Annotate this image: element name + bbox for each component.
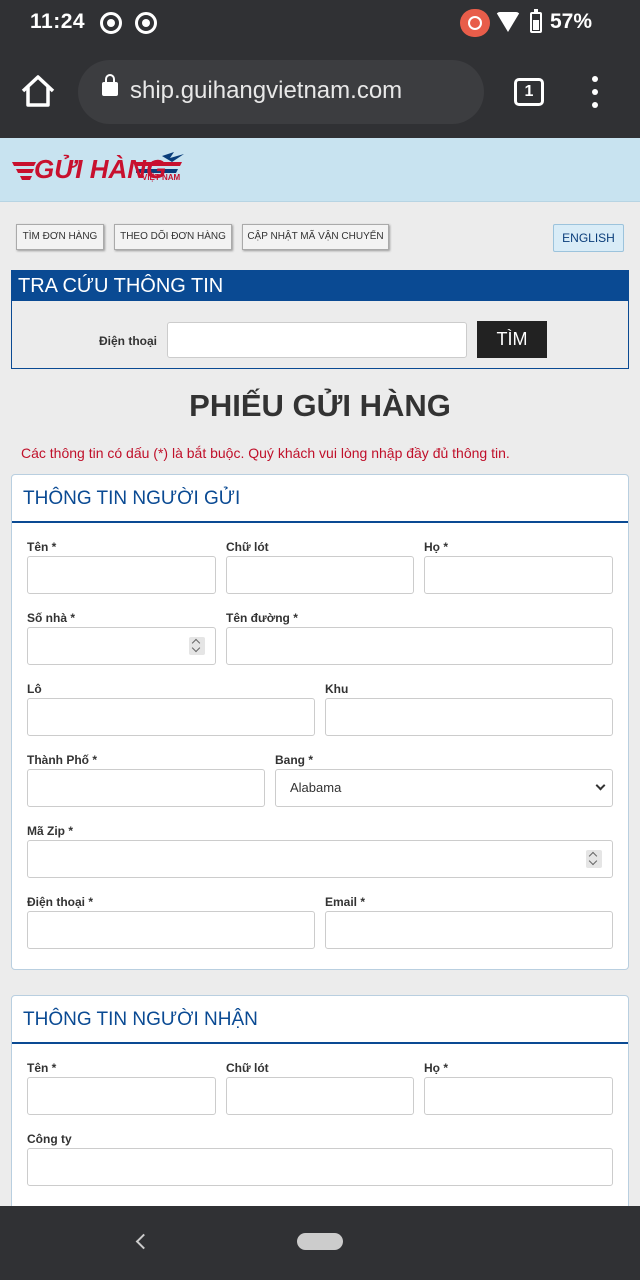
sender-last-name-input[interactable]	[424, 556, 613, 594]
sender-phone-label: Điện thoại *	[27, 895, 94, 909]
lookup-search-button[interactable]: TÌM	[477, 321, 547, 358]
number-stepper-icon[interactable]	[586, 850, 602, 868]
lock-icon	[102, 74, 118, 96]
sender-house-no-input[interactable]	[27, 627, 216, 665]
receiver-title: THÔNG TIN NGƯỜI NHẬN	[12, 996, 628, 1044]
status-bar: 11:24 57%	[0, 0, 640, 46]
sender-middle-name-label: Chữ lót	[226, 540, 269, 554]
battery-percent: 57%	[550, 10, 593, 33]
chevron-down-icon	[595, 780, 606, 791]
browser-toolbar: ship.guihangvietnam.com 1	[0, 46, 640, 138]
sender-zone-label: Khu	[325, 682, 349, 696]
logo-subtext: VIỆT NAM	[142, 173, 181, 182]
sender-last-name-label: Họ *	[424, 540, 448, 554]
sender-city-input[interactable]	[27, 769, 265, 807]
lookup-title: TRA CỨU THÔNG TIN	[12, 271, 628, 301]
track-order-button[interactable]: TÌM ĐƠN HÀNG	[16, 224, 104, 250]
receiver-last-name-input[interactable]	[424, 1077, 613, 1115]
number-stepper-icon[interactable]	[189, 637, 205, 655]
sender-zip-input[interactable]	[27, 840, 613, 878]
sender-first-name-label: Tên *	[27, 540, 57, 554]
sender-street-label: Tên đường *	[226, 611, 298, 625]
sender-title: THÔNG TIN NGƯỜI GỬI	[12, 475, 628, 523]
sender-zip-label: Mã Zip *	[27, 824, 74, 838]
lookup-panel: TRA CỨU THÔNG TIN Điện thoại TÌM	[11, 270, 629, 369]
lookup-phone-label: Điện thoại	[99, 334, 158, 348]
sender-state-value: Alabama	[290, 780, 342, 795]
home-icon[interactable]	[20, 74, 56, 108]
sender-state-label: Bang *	[275, 753, 314, 767]
receiver-company-label: Công ty	[27, 1132, 72, 1146]
overflow-menu-icon[interactable]	[590, 76, 600, 108]
sender-street-input[interactable]	[226, 627, 613, 665]
sender-card: THÔNG TIN NGƯỜI GỬI Tên * Chữ lót Họ * S…	[11, 474, 629, 970]
sender-middle-name-input[interactable]	[226, 556, 414, 594]
sender-house-no-label: Số nhà *	[27, 611, 76, 625]
receiver-middle-name-label: Chữ lót	[226, 1061, 269, 1075]
sender-email-input[interactable]	[325, 911, 613, 949]
receiver-card: THÔNG TIN NGƯỜI NHẬN Tên * Chữ lót Họ * …	[11, 995, 629, 1235]
url-text: ship.guihangvietnam.com	[130, 77, 403, 104]
site-header: GỬI HÀNG VIỆT NAM	[0, 138, 640, 202]
page-title: PHIẾU GỬI HÀNG	[189, 388, 451, 423]
lookup-phone-input[interactable]	[167, 322, 467, 358]
sender-state-select[interactable]: Alabama	[275, 769, 613, 807]
sender-lot-input[interactable]	[27, 698, 315, 736]
sender-email-label: Email *	[325, 895, 366, 909]
tabs-button[interactable]: 1	[514, 78, 544, 106]
sender-zone-input[interactable]	[325, 698, 613, 736]
home-gesture-pill[interactable]	[297, 1233, 343, 1250]
status-time: 11:24	[30, 10, 86, 33]
wifi-icon	[496, 12, 520, 32]
receiver-company-input[interactable]	[27, 1148, 613, 1186]
follow-order-button[interactable]: THEO DÕI ĐƠN HÀNG	[114, 224, 232, 250]
sender-phone-input[interactable]	[27, 911, 315, 949]
receiver-first-name-input[interactable]	[27, 1077, 216, 1115]
english-language-button[interactable]: ENGLISH	[553, 224, 624, 252]
url-bar[interactable]: ship.guihangvietnam.com	[78, 60, 484, 124]
system-nav-bar	[0, 1206, 640, 1280]
update-shipping-code-button[interactable]: CẬP NHẬT MÃ VẬN CHUYỂN	[242, 224, 389, 250]
screen-record-icon	[100, 12, 122, 34]
site-logo[interactable]: GỬI HÀNG VIỆT NAM	[12, 152, 192, 188]
screen-record-icon-2	[135, 12, 157, 34]
sender-city-label: Thành Phố *	[27, 753, 97, 767]
sender-first-name-input[interactable]	[27, 556, 216, 594]
back-icon[interactable]	[135, 1233, 152, 1250]
required-notice: Các thông tin có dấu (*) là bắt buộc. Qu…	[21, 445, 510, 461]
sender-lot-label: Lô	[27, 682, 42, 696]
receiver-first-name-label: Tên *	[27, 1061, 57, 1075]
receiver-last-name-label: Họ *	[424, 1061, 448, 1075]
receiver-middle-name-input[interactable]	[226, 1077, 414, 1115]
battery-icon	[530, 9, 542, 33]
recording-indicator-icon	[460, 9, 490, 37]
